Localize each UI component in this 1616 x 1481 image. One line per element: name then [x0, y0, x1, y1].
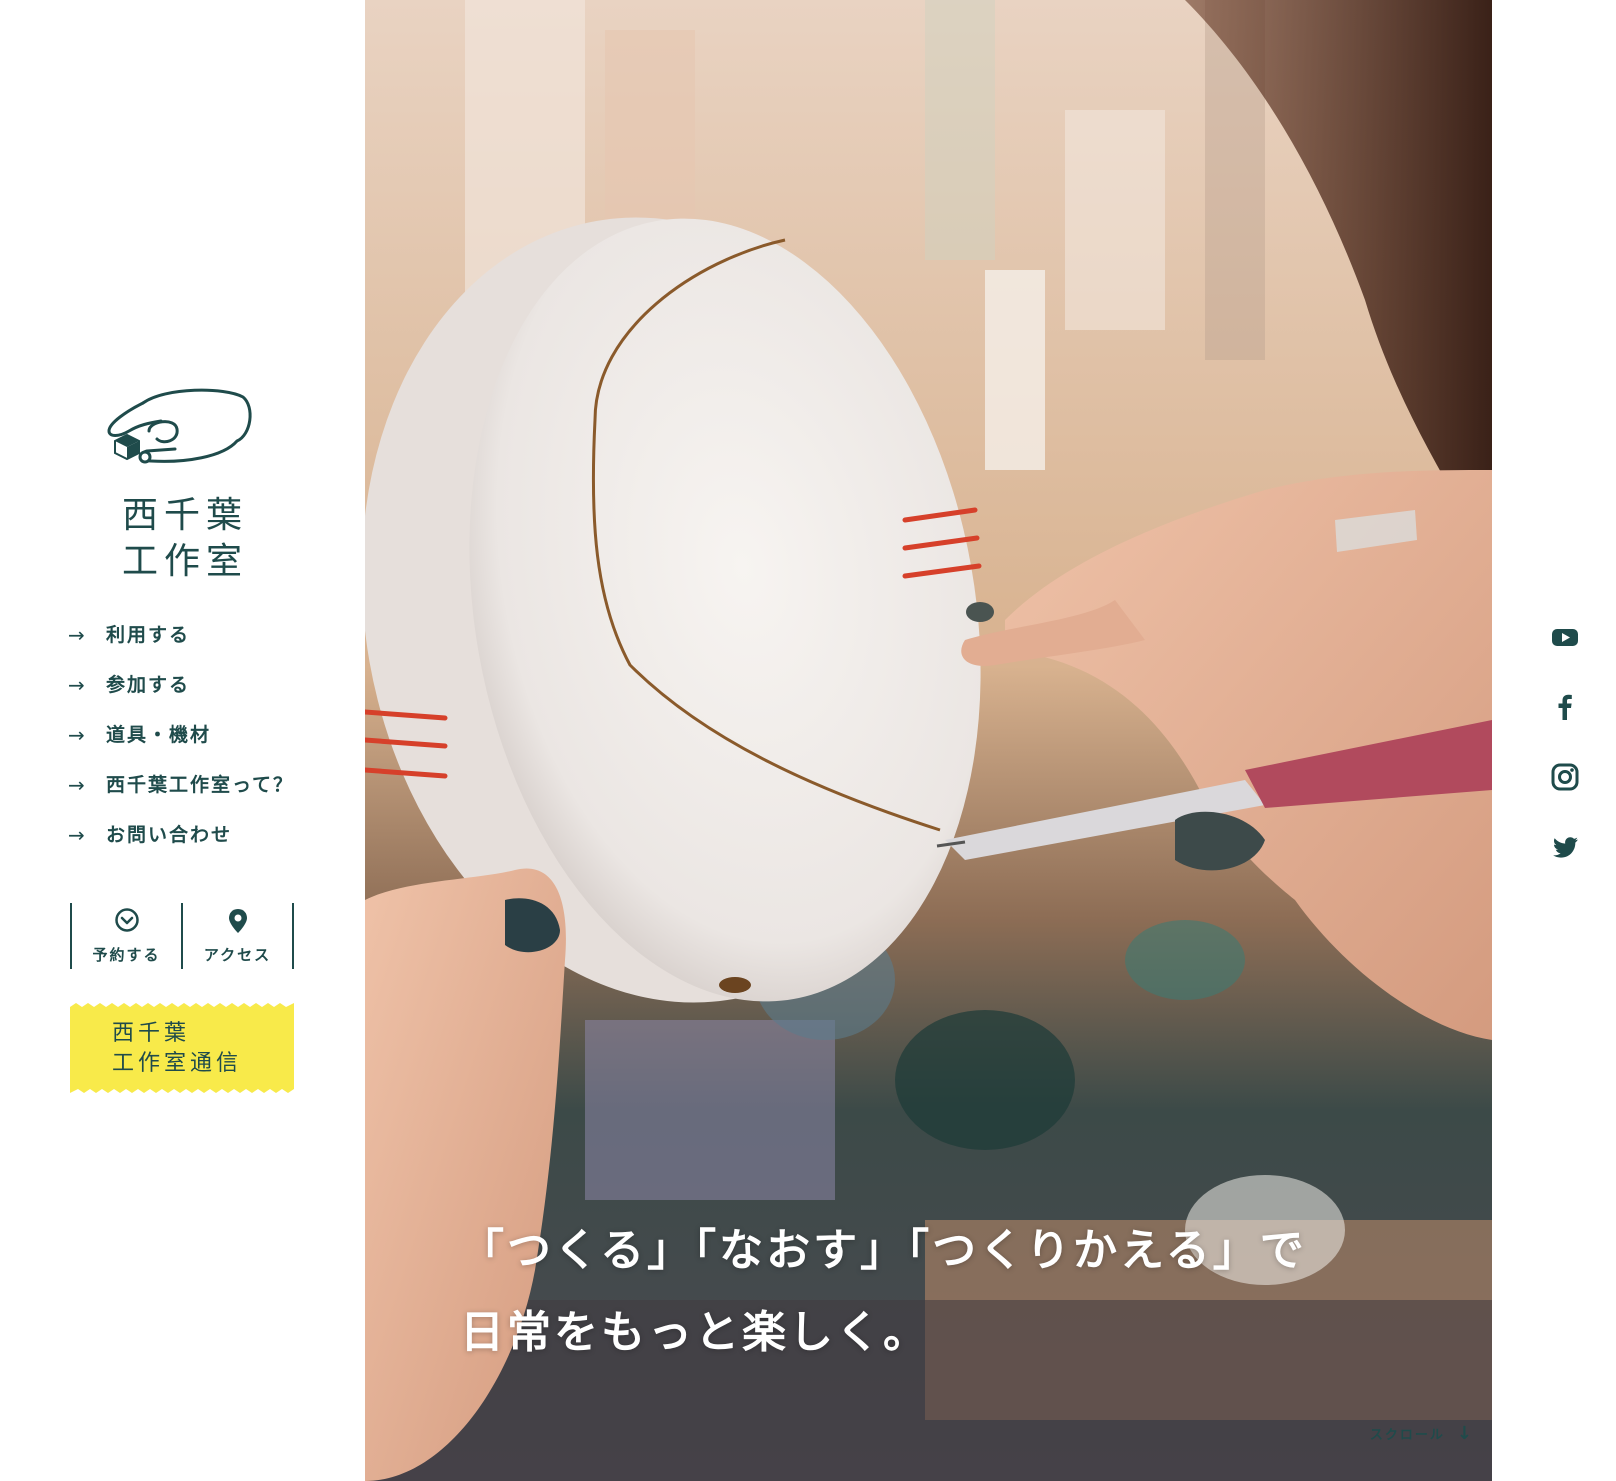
newsletter-banner[interactable]: 西千葉 工作室通信 — [70, 1003, 294, 1093]
tagline-line1: 「つくる」「なおす」「つくりかえる」で — [460, 1225, 1307, 1276]
nav-item-tools[interactable]: → 道具・機材 — [68, 724, 294, 774]
access-label: アクセス — [203, 946, 272, 964]
arrow-right-icon: → — [68, 623, 85, 647]
instagram-link[interactable] — [1550, 762, 1580, 792]
facebook-icon — [1558, 694, 1572, 720]
nav-item-label: 参加する — [106, 674, 191, 696]
nav-item-about[interactable]: → 西千葉工作室って？ — [68, 774, 294, 824]
nav-item-label: 西千葉工作室って？ — [106, 774, 295, 796]
reserve-label: 予約する — [92, 946, 161, 964]
arrow-right-icon: → — [68, 673, 85, 697]
tagline-line2: 日常をもっと楽しく。 — [460, 1307, 930, 1358]
twitter-link[interactable] — [1550, 832, 1580, 862]
hero-tagline: 「つくる」「なおす」「つくりかえる」で 日常をもっと楽しく。 — [460, 1210, 1307, 1374]
newsletter-line1: 西千葉 — [112, 1021, 191, 1046]
access-button[interactable]: アクセス — [181, 903, 294, 969]
facebook-link[interactable] — [1550, 692, 1580, 722]
youtube-icon — [1552, 629, 1578, 646]
reserve-button[interactable]: 予約する — [70, 903, 181, 969]
sidebar: 西千葉 工作室 → 利用する → 参加する → 道具・機材 → 西千葉工作室って… — [0, 0, 365, 1481]
arrow-right-icon: → — [68, 823, 85, 847]
logo-wordmark: 西千葉 工作室 — [105, 493, 265, 585]
arrow-down-icon: ↓ — [1456, 1422, 1474, 1444]
newsletter-line2: 工作室通信 — [112, 1051, 243, 1076]
instagram-icon — [1551, 763, 1579, 791]
nav-item-label: お問い合わせ — [106, 824, 233, 846]
scroll-label: スクロール — [1369, 1428, 1445, 1443]
nav-item-label: 利用する — [106, 624, 191, 646]
logo-line1: 西千葉 — [121, 495, 248, 536]
page: 西千葉 工作室 → 利用する → 参加する → 道具・機材 → 西千葉工作室って… — [0, 0, 1616, 1481]
arrow-right-icon: → — [68, 773, 85, 797]
nav-item-use[interactable]: → 利用する — [68, 624, 294, 674]
main-nav: → 利用する → 参加する → 道具・機材 → 西千葉工作室って？ → お問い合… — [68, 624, 294, 874]
nav-item-join[interactable]: → 参加する — [68, 674, 294, 724]
arrow-right-icon: → — [68, 723, 85, 747]
twitter-icon — [1553, 837, 1578, 858]
quick-links: 予約する アクセス — [70, 903, 294, 969]
map-pin-icon — [228, 909, 247, 933]
social-links — [1550, 622, 1580, 902]
chevron-circle-icon — [114, 908, 139, 932]
site-logo[interactable]: 西千葉 工作室 — [105, 385, 265, 585]
newsletter-title: 西千葉 工作室通信 — [112, 1019, 282, 1079]
scroll-indicator[interactable]: スクロール ↓ — [1370, 1424, 1474, 1443]
nav-item-label: 道具・機材 — [106, 724, 212, 746]
youtube-link[interactable] — [1550, 622, 1580, 652]
hero: 「つくる」「なおす」「つくりかえる」で 日常をもっと楽しく。 スクロール ↓ — [365, 0, 1492, 1481]
logo-line2: 工作室 — [121, 541, 248, 582]
nav-item-contact[interactable]: → お問い合わせ — [68, 824, 294, 874]
hand-logo-icon — [107, 388, 252, 464]
